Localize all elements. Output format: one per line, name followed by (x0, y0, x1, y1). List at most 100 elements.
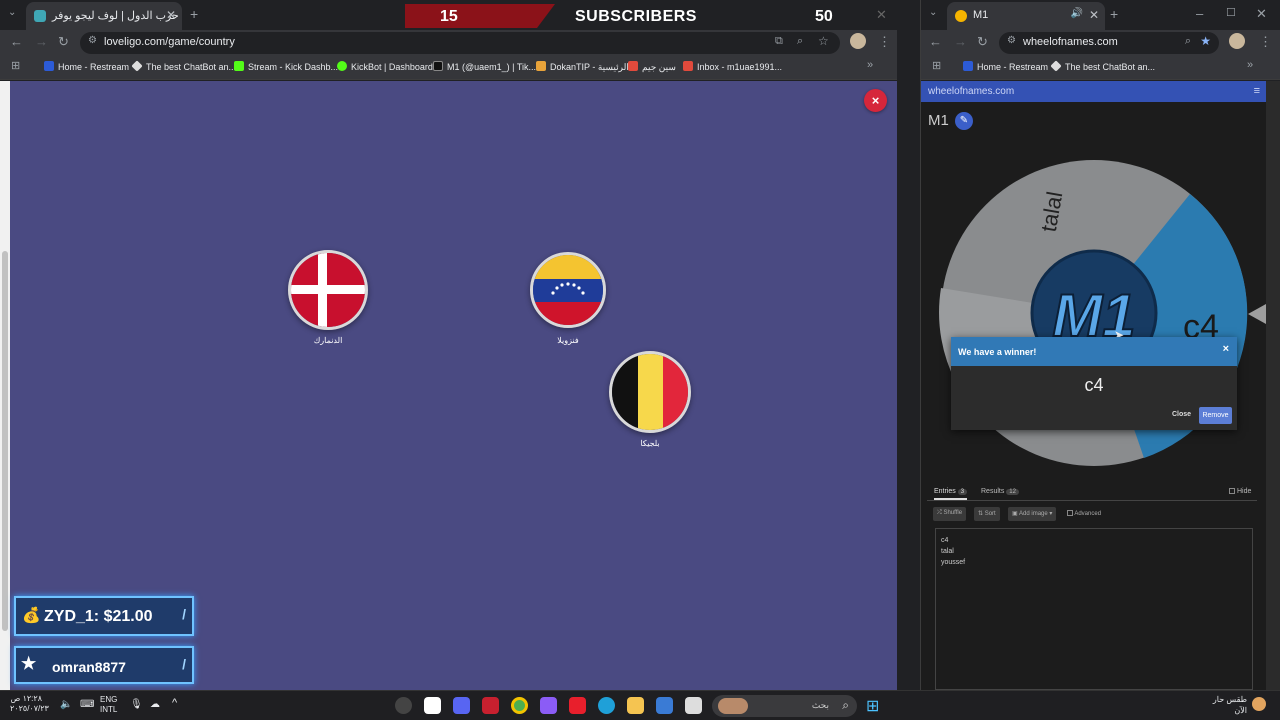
bookmark-star-icon[interactable]: ★ (1200, 34, 1211, 48)
translate-icon[interactable]: ⧉ (775, 35, 783, 48)
bookmark-label: Inbox - m1uae1991... (697, 62, 783, 72)
bookmark-item[interactable]: Home - Restream (963, 61, 1048, 72)
window-close-icon[interactable]: ✕ (1256, 6, 1267, 22)
forward-icon[interactable]: → (35, 34, 48, 49)
obs-icon[interactable] (395, 697, 412, 714)
store-icon[interactable] (656, 697, 673, 714)
flag-label-belgium: بلجيكا (640, 439, 660, 448)
tab-entries[interactable]: Entries 3 (934, 488, 968, 500)
back-icon[interactable]: ← (929, 34, 942, 49)
profile-avatar[interactable] (850, 33, 866, 49)
reload-icon[interactable]: ↻ (977, 34, 988, 50)
entries-textarea[interactable]: c4 talal youssef (935, 528, 1253, 690)
bookmarks-overflow-icon[interactable]: » (1247, 59, 1253, 71)
reload-icon[interactable]: ↻ (58, 34, 69, 50)
chrome-icon[interactable] (511, 697, 528, 714)
bookmarks-overflow-icon[interactable]: » (867, 59, 873, 71)
tray-chevron-icon[interactable]: ^ (172, 697, 177, 709)
apps-grid-icon[interactable]: ⊞ (932, 59, 941, 72)
edit-pencil-icon[interactable]: ✎ (955, 112, 973, 130)
right-scrollbar[interactable] (1266, 81, 1280, 690)
weather-sun-icon (1252, 697, 1266, 711)
bookmark-item[interactable]: The best ChatBot an... (131, 60, 236, 72)
file-explorer-icon[interactable] (627, 697, 644, 714)
site-header: wheelofnames.com ≡ (921, 81, 1266, 102)
zoom-icon[interactable]: ⌕ (1185, 35, 1191, 48)
tab-close-icon[interactable]: ✕ (166, 8, 176, 22)
right-active-tab[interactable]: M1 🔊 ✕ (947, 2, 1105, 30)
bookmark-item[interactable]: KickBot | Dashboard (337, 61, 433, 72)
profile-avatar[interactable] (1229, 33, 1245, 49)
language-indicator[interactable]: ENG INTL (100, 695, 117, 715)
back-icon[interactable]: ← (10, 34, 23, 49)
volume-icon[interactable]: 🔈 (60, 699, 72, 710)
left-active-tab[interactable]: لعبة حرب الدول | لوف ليجو يوفر ✕ (26, 2, 182, 30)
maximize-icon[interactable]: ☐ (1226, 6, 1236, 19)
right-browser-window: ⌄ M1 🔊 ✕ + – ☐ ✕ ← → ↻ ⚙ wheelofnames.co… (920, 0, 1280, 690)
discord-icon[interactable] (453, 697, 470, 714)
bookmark-star-icon[interactable]: ☆ (818, 34, 829, 48)
new-tab-icon[interactable]: + (1110, 6, 1118, 22)
network-icon[interactable]: ⌨ (80, 699, 94, 710)
add-image-button[interactable]: ▣ Add image ▾ (1008, 507, 1057, 521)
notepad-icon[interactable] (685, 697, 702, 714)
game-close-button[interactable]: × (864, 89, 887, 112)
capcut-icon[interactable] (424, 697, 441, 714)
hamburger-menu-icon[interactable]: ≡ (1254, 85, 1260, 97)
site-logo-text[interactable]: wheelofnames.com (928, 86, 1014, 97)
forward-icon[interactable]: → (954, 34, 967, 49)
lang-secondary: INTL (100, 705, 118, 714)
copilot-icon[interactable] (540, 697, 557, 714)
apps-grid-icon[interactable]: ⊞ (11, 59, 20, 72)
tab-close-icon[interactable]: ✕ (1089, 8, 1099, 22)
remove-button[interactable]: Remove (1199, 407, 1232, 424)
video-app-icon[interactable] (482, 697, 499, 714)
close-button[interactable]: Close (1172, 411, 1191, 418)
bookmark-item[interactable]: Stream - Kick Dashb... (234, 61, 338, 72)
shuffle-button[interactable]: ⤮ Shuffle (933, 507, 967, 521)
menu-kebab-icon[interactable]: ⋮ (1259, 34, 1272, 50)
scrollbar-thumb[interactable] (2, 251, 8, 631)
weather-widget[interactable]: طقس حار الآن (1205, 694, 1247, 716)
url-field[interactable]: ⚙ wheelofnames.com ⌕ ★ (999, 32, 1219, 54)
new-tab-icon[interactable]: + (190, 6, 198, 22)
taskbar-search[interactable]: بحث ⌕ (712, 695, 857, 717)
seen-jeem-icon (628, 61, 638, 71)
bookmark-item[interactable]: DokanTIP - الرئيسية (536, 61, 629, 73)
clock[interactable]: ١٢:٢٨ ص ٢٠٢٥/٠٧/٢٣ (10, 694, 49, 714)
right-address-bar: ← → ↻ ⚙ wheelofnames.com ⌕ ★ ⋮ (921, 30, 1280, 55)
tab-search-chevron-icon[interactable]: ⌄ (8, 7, 16, 18)
site-info-icon[interactable]: ⚙ (88, 35, 97, 46)
flag-denmark[interactable] (288, 250, 368, 330)
add-image-label: Add image (1019, 511, 1048, 517)
minimize-icon[interactable]: – (1196, 6, 1203, 21)
bookmark-item[interactable]: سين جيم (628, 61, 676, 73)
tab-entries-label: Entries (934, 488, 956, 495)
bookmark-item[interactable]: The best ChatBot an... (1050, 60, 1155, 72)
hide-checkbox[interactable]: Hide (1229, 488, 1251, 495)
bookmark-item[interactable]: Inbox - m1uae1991... (683, 61, 782, 72)
menu-kebab-icon[interactable]: ⋮ (878, 34, 891, 50)
audio-icon[interactable]: 🔊 (1071, 8, 1083, 19)
youtube-icon[interactable] (569, 697, 586, 714)
bookmark-item[interactable]: Home - Restream (44, 61, 129, 72)
dialog-close-icon[interactable]: × (1223, 343, 1229, 355)
onedrive-icon[interactable]: ☁ (150, 699, 160, 710)
left-scrollbar[interactable] (0, 81, 10, 690)
edge-icon[interactable] (598, 697, 615, 714)
url-field[interactable]: ⚙ loveligo.com/game/country (80, 32, 840, 54)
window-close-icon[interactable]: ✕ (876, 7, 887, 23)
flag-venezuela[interactable] (530, 252, 606, 328)
bookmark-item[interactable]: M1 (@uaem1_) | Tik... (433, 61, 536, 72)
zoom-icon[interactable]: ⌕ (797, 35, 803, 48)
search-highlight-image (718, 698, 748, 714)
sort-button[interactable]: ⇅ Sort (974, 507, 1000, 521)
tab-results[interactable]: Results 12 (981, 488, 1019, 495)
microphone-icon[interactable]: 🎙 (130, 699, 143, 710)
windows-start-icon[interactable]: ⊞ (866, 696, 879, 716)
restream-icon (44, 61, 54, 71)
advanced-checkbox[interactable]: Advanced (1067, 510, 1101, 517)
site-info-icon[interactable]: ⚙ (1007, 35, 1016, 46)
flag-belgium[interactable] (609, 351, 691, 433)
tab-search-chevron-icon[interactable]: ⌄ (929, 7, 937, 18)
